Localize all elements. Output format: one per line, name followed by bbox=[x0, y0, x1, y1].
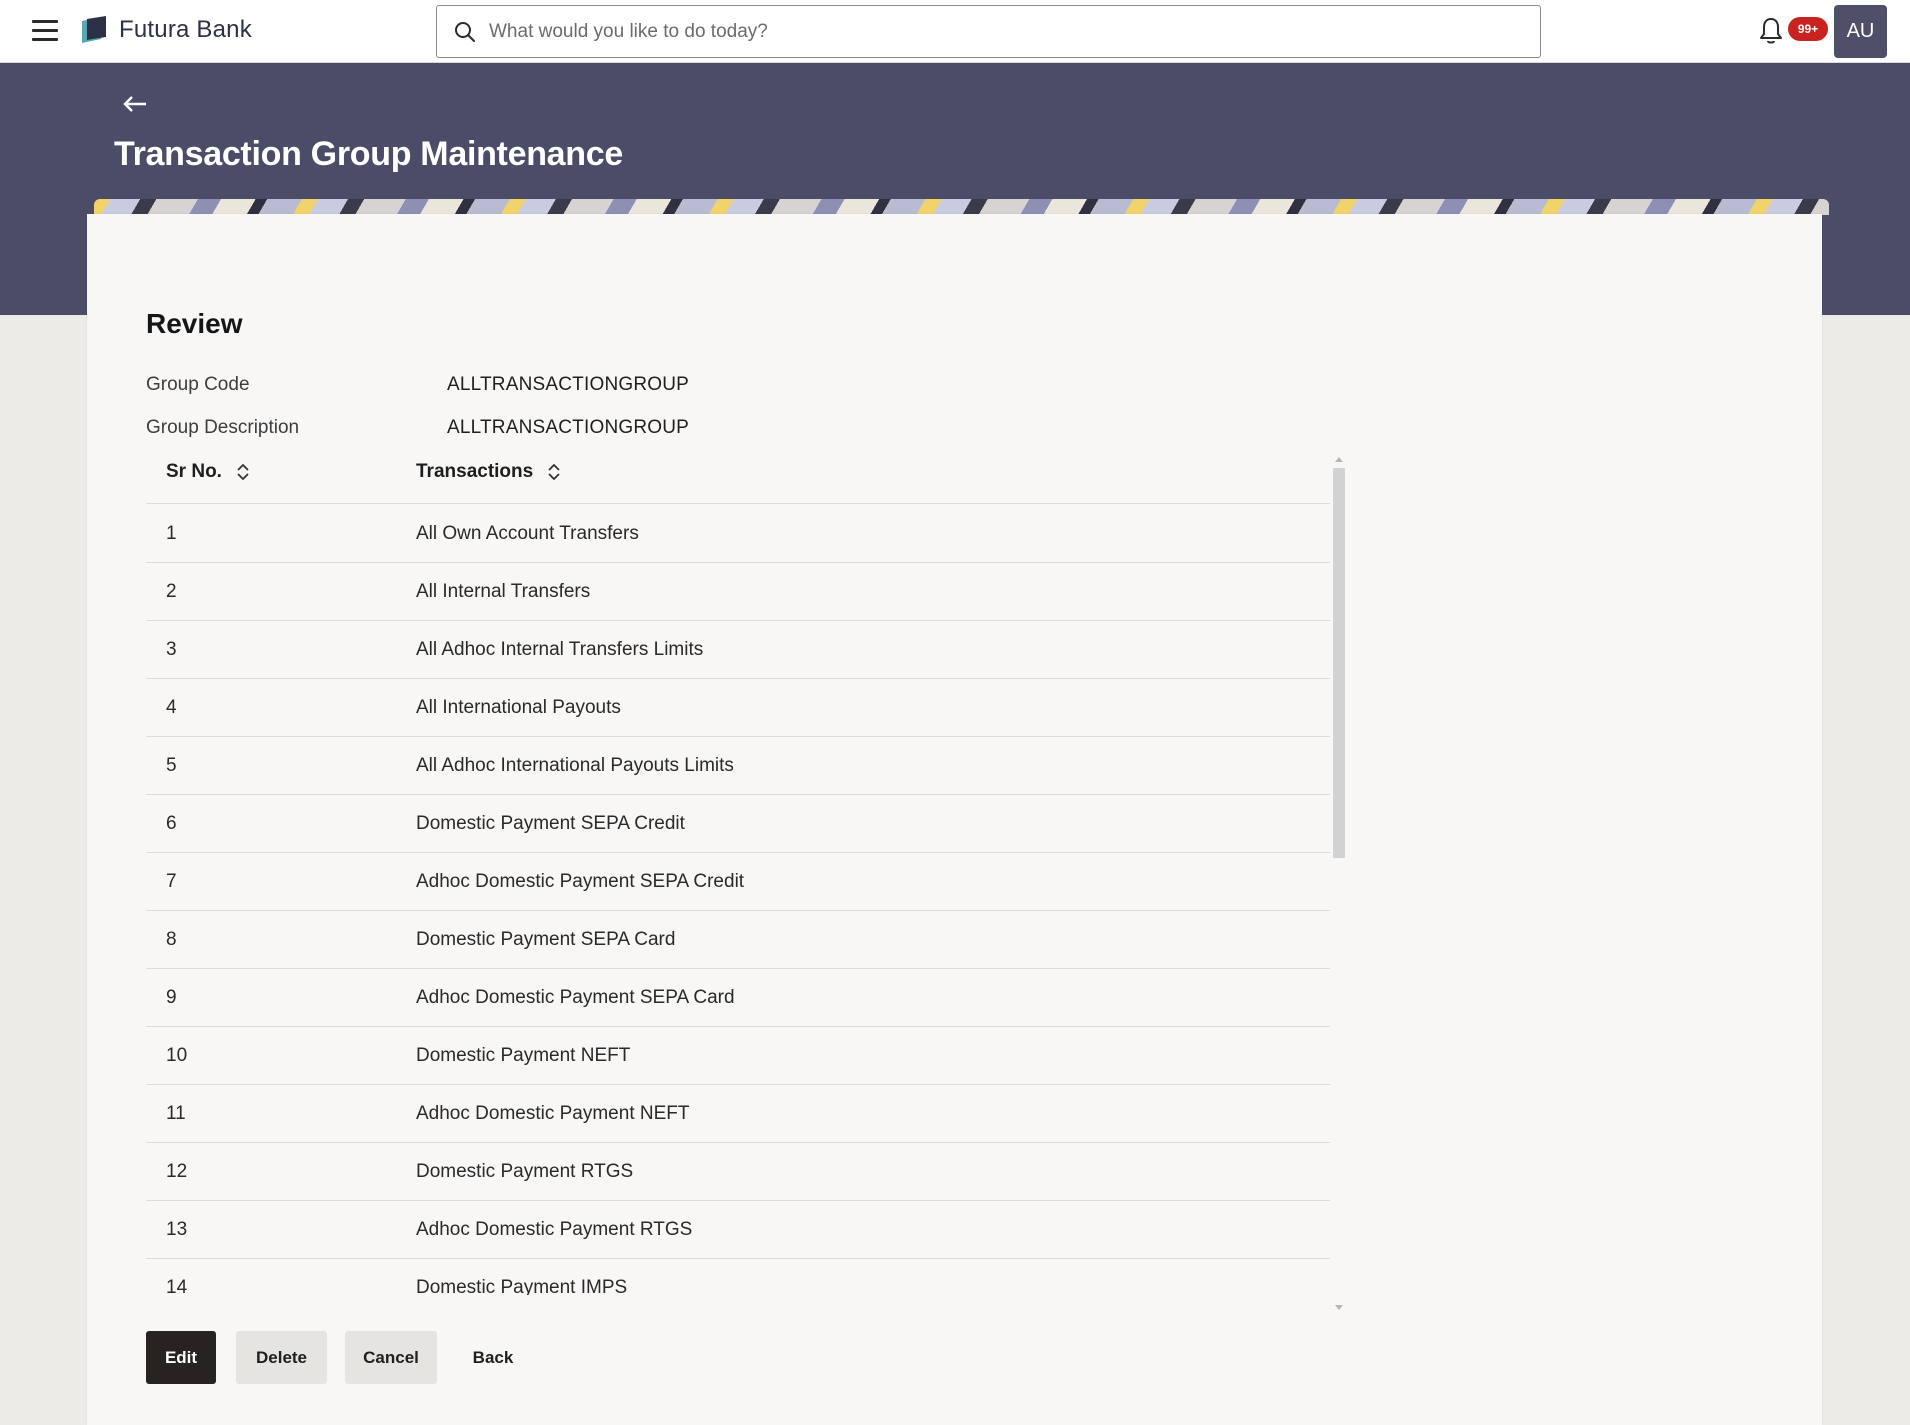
sr-no-cell: 6 bbox=[166, 813, 177, 834]
sr-no-cell: 5 bbox=[166, 755, 177, 776]
transaction-cell: All International Payouts bbox=[416, 697, 621, 718]
sr-no-cell: 1 bbox=[166, 523, 177, 544]
sr-no-cell: 8 bbox=[166, 929, 177, 950]
edit-button[interactable]: Edit bbox=[146, 1331, 216, 1384]
table-row: 6 Domestic Payment SEPA Credit bbox=[146, 795, 1330, 853]
bell-icon[interactable] bbox=[1757, 16, 1785, 46]
back-arrow-icon[interactable] bbox=[122, 93, 148, 115]
decorative-strip bbox=[94, 199, 1829, 215]
transaction-cell: All Adhoc Internal Transfers Limits bbox=[416, 639, 704, 660]
table-scrollbar[interactable] bbox=[1333, 457, 1345, 1310]
transaction-cell: Domestic Payment IMPS bbox=[416, 1277, 628, 1295]
scroll-up-arrow-icon[interactable] bbox=[1335, 457, 1343, 462]
transaction-cell: Domestic Payment RTGS bbox=[416, 1161, 634, 1182]
back-button[interactable]: Back bbox=[455, 1331, 531, 1384]
sr-no-cell: 9 bbox=[166, 987, 177, 1008]
sr-no-cell: 12 bbox=[166, 1161, 188, 1182]
transaction-cell: Domestic Payment NEFT bbox=[416, 1045, 631, 1066]
table-row: 7 Adhoc Domestic Payment SEPA Credit bbox=[146, 853, 1330, 911]
sr-no-cell: 3 bbox=[166, 639, 177, 660]
search-input[interactable] bbox=[489, 6, 1529, 57]
transaction-cell: All Own Account Transfers bbox=[416, 523, 639, 544]
column-sr-no[interactable]: Sr No. bbox=[166, 461, 250, 483]
search-bar[interactable] bbox=[436, 5, 1541, 58]
table-row: 8 Domestic Payment SEPA Card bbox=[146, 911, 1330, 969]
sr-no-cell: 4 bbox=[166, 697, 177, 718]
table-row: 14 Domestic Payment IMPS bbox=[146, 1259, 1330, 1295]
group-description-label: Group Description bbox=[146, 417, 300, 438]
column-transactions-label: Transactions bbox=[416, 461, 534, 482]
top-header: Futura Bank 99+ AU bbox=[0, 0, 1910, 63]
transaction-cell: Adhoc Domestic Payment SEPA Credit bbox=[416, 871, 745, 892]
page-title: Transaction Group Maintenance bbox=[114, 135, 623, 173]
transaction-cell: All Adhoc International Payouts Limits bbox=[416, 755, 734, 776]
table-row: 2 All Internal Transfers bbox=[146, 563, 1330, 621]
transaction-cell: Adhoc Domestic Payment RTGS bbox=[416, 1219, 693, 1240]
sort-icon[interactable] bbox=[547, 463, 561, 481]
sr-no-cell: 10 bbox=[166, 1045, 188, 1066]
table-header: Sr No. Transactions bbox=[146, 444, 1330, 504]
sr-no-cell: 14 bbox=[166, 1277, 188, 1295]
brand-logo[interactable]: Futura Bank bbox=[79, 13, 252, 47]
cancel-button[interactable]: Cancel bbox=[345, 1331, 437, 1384]
sr-no-cell: 7 bbox=[166, 871, 177, 892]
column-transactions[interactable]: Transactions bbox=[416, 461, 561, 483]
table-row: 4 All International Payouts bbox=[146, 679, 1330, 737]
transaction-cell: Adhoc Domestic Payment SEPA Card bbox=[416, 987, 735, 1008]
hamburger-menu-icon[interactable] bbox=[32, 20, 58, 42]
delete-button[interactable]: Delete bbox=[236, 1331, 327, 1384]
table-row: 5 All Adhoc International Payouts Limits bbox=[146, 737, 1330, 795]
user-avatar[interactable]: AU bbox=[1834, 5, 1887, 58]
notification-badge: 99+ bbox=[1788, 17, 1828, 41]
group-description-value: ALLTRANSACTIONGROUP bbox=[447, 417, 690, 438]
sort-icon[interactable] bbox=[236, 463, 250, 481]
group-code-label: Group Code bbox=[146, 374, 250, 395]
table-row: 12 Domestic Payment RTGS bbox=[146, 1143, 1330, 1201]
scrollbar-thumb[interactable] bbox=[1333, 468, 1345, 858]
table-row: 13 Adhoc Domestic Payment RTGS bbox=[146, 1201, 1330, 1259]
transaction-cell: Domestic Payment SEPA Credit bbox=[416, 813, 685, 834]
transaction-cell: Adhoc Domestic Payment NEFT bbox=[416, 1103, 690, 1124]
table-row: 1 All Own Account Transfers bbox=[146, 505, 1330, 563]
review-heading: Review bbox=[146, 308, 243, 339]
transactions-table: Sr No. Transactions 1 All Own Account Tr… bbox=[146, 444, 1334, 1295]
sr-no-cell: 11 bbox=[166, 1103, 186, 1124]
sr-no-cell: 2 bbox=[166, 581, 177, 602]
futura-bank-logo-icon bbox=[82, 16, 106, 43]
column-sr-no-label: Sr No. bbox=[166, 461, 222, 482]
transaction-cell: Domestic Payment SEPA Card bbox=[416, 929, 676, 950]
table-row: 11 Adhoc Domestic Payment NEFT bbox=[146, 1085, 1330, 1143]
scroll-down-arrow-icon[interactable] bbox=[1335, 1305, 1343, 1310]
search-icon bbox=[455, 22, 475, 42]
review-card: Review Group Code ALLTRANSACTIONGROUP Gr… bbox=[87, 214, 1822, 1425]
group-code-value: ALLTRANSACTIONGROUP bbox=[447, 374, 690, 395]
table-row: 9 Adhoc Domestic Payment SEPA Card bbox=[146, 969, 1330, 1027]
sr-no-cell: 13 bbox=[166, 1219, 188, 1240]
brand-name: Futura Bank bbox=[119, 16, 252, 43]
transaction-cell: All Internal Transfers bbox=[416, 581, 591, 602]
table-row: 3 All Adhoc Internal Transfers Limits bbox=[146, 621, 1330, 679]
table-row: 10 Domestic Payment NEFT bbox=[146, 1027, 1330, 1085]
